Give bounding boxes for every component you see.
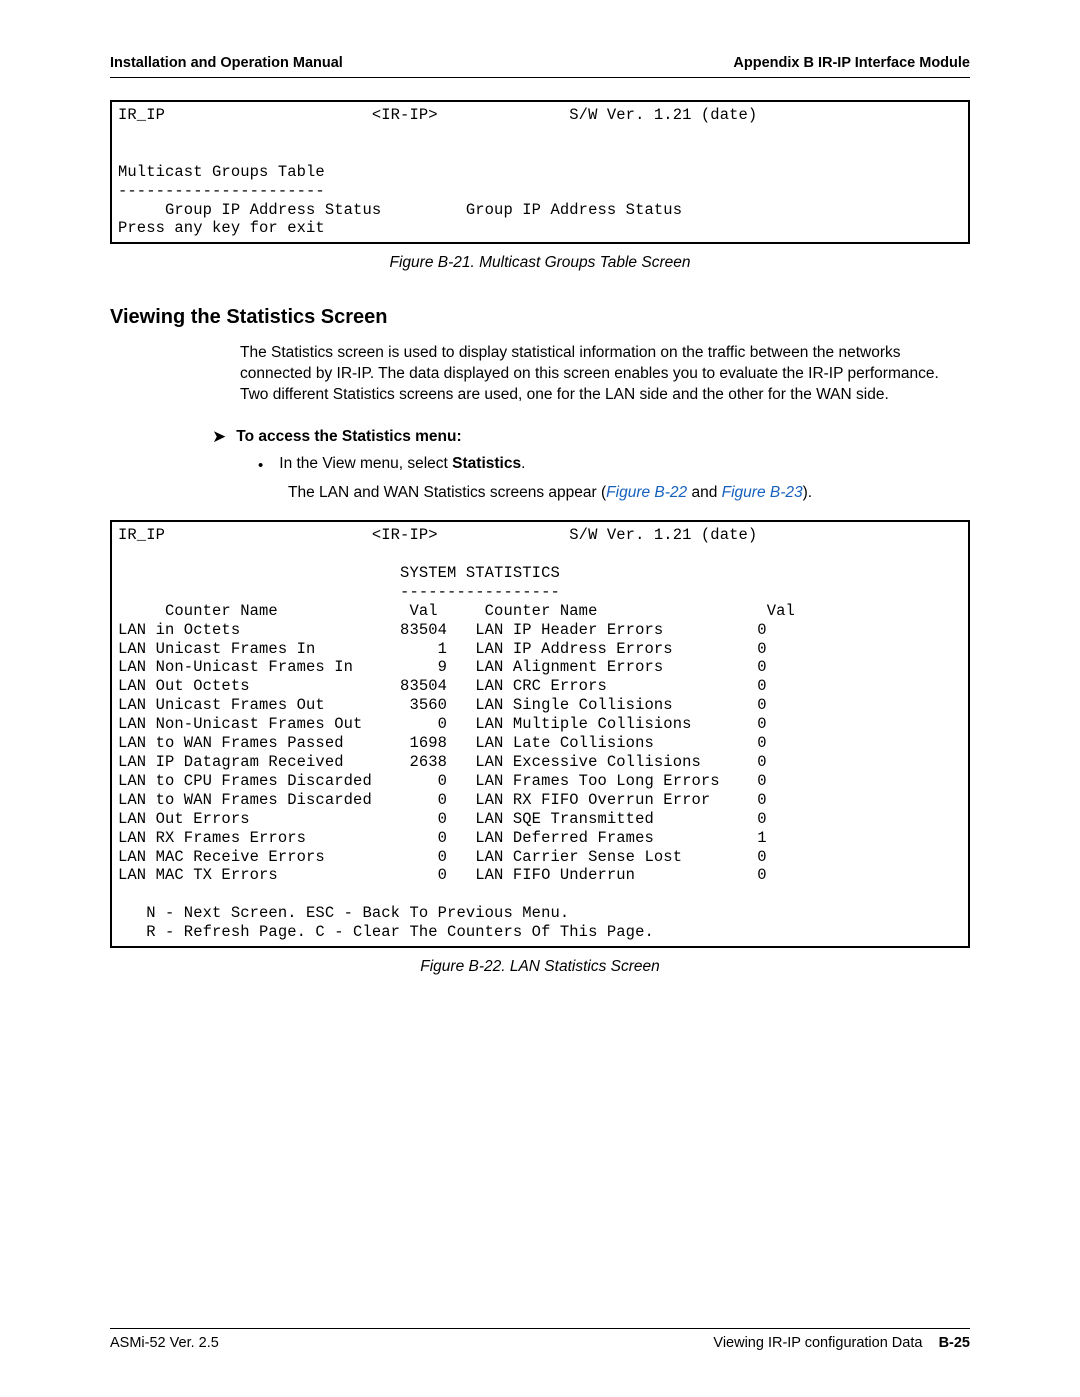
bullet-post-text: . <box>521 455 525 472</box>
footer-left: ASMi-52 Ver. 2.5 <box>110 1335 219 1351</box>
footer-right-text: Viewing IR-IP configuration Data <box>713 1335 922 1351</box>
figure-link-b22[interactable]: Figure B-22 <box>606 484 687 501</box>
appear-post: ). <box>803 484 812 501</box>
terminal-lan-statistics: IR_IP <IR-IP> S/W Ver. 1.21 (date) SYSTE… <box>110 520 970 948</box>
appear-mid: and <box>687 484 721 501</box>
figure-caption-b21: Figure B-21. Multicast Groups Table Scre… <box>110 254 970 272</box>
procedure-heading-row: ➤ To access the Statistics menu: <box>212 428 970 447</box>
figure-link-b23[interactable]: Figure B-23 <box>722 484 803 501</box>
bullet-text: In the View menu, select Statistics. <box>279 455 525 473</box>
page-number: B-25 <box>939 1335 970 1351</box>
bullet-row: • In the View menu, select Statistics. <box>258 455 970 474</box>
intro-paragraph: The Statistics screen is used to display… <box>240 343 970 406</box>
bullet-pre-text: In the View menu, select <box>279 455 452 472</box>
arrow-icon: ➤ <box>212 427 226 447</box>
figure-caption-b22: Figure B-22. LAN Statistics Screen <box>110 958 970 976</box>
section-heading-viewing-stats: Viewing the Statistics Screen <box>110 306 970 329</box>
terminal-multicast-groups: IR_IP <IR-IP> S/W Ver. 1.21 (date) Multi… <box>110 100 970 244</box>
header-right: Appendix B IR-IP Interface Module <box>733 55 970 71</box>
bullet-bold-text: Statistics <box>452 455 521 472</box>
page-footer: ASMi-52 Ver. 2.5 Viewing IR-IP configura… <box>110 1328 970 1351</box>
footer-right: Viewing IR-IP configuration Data B-25 <box>713 1335 970 1351</box>
screens-appear-line: The LAN and WAN Statistics screens appea… <box>288 484 970 502</box>
header-left: Installation and Operation Manual <box>110 55 343 71</box>
appear-pre: The LAN and WAN Statistics screens appea… <box>288 484 606 501</box>
bullet-dot-icon: • <box>258 457 263 474</box>
page-header: Installation and Operation Manual Append… <box>110 55 970 78</box>
procedure-heading-text: To access the Statistics menu: <box>236 428 461 446</box>
